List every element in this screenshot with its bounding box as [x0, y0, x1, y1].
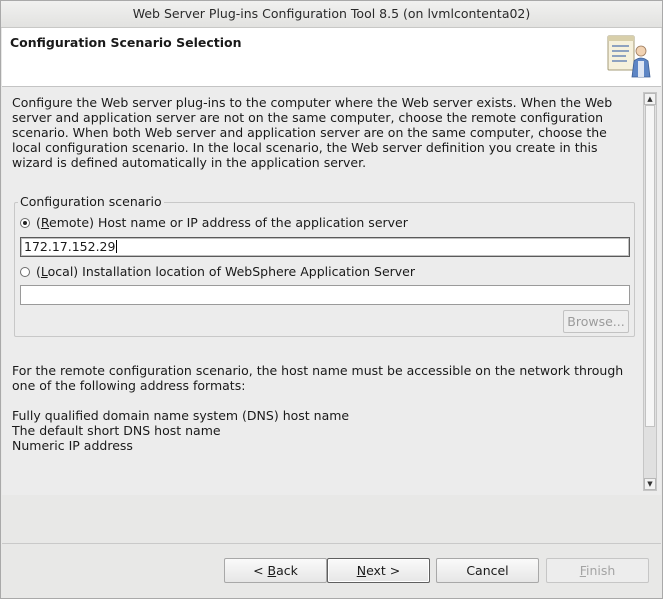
- window-title: Web Server Plug-ins Configuration Tool 8…: [1, 1, 662, 28]
- local-radio-label: (Local) Installation location of WebSphe…: [36, 264, 416, 279]
- footer-divider: [2, 543, 661, 544]
- page-title: Configuration Scenario Selection: [10, 35, 242, 50]
- remote-radio-option[interactable]: (Remote) Host name or IP address of the …: [20, 215, 408, 230]
- wizard-header: Configuration Scenario Selection: [2, 28, 661, 87]
- vertical-scrollbar[interactable]: ▲ ▼: [643, 92, 657, 491]
- list-item: Fully qualified domain name system (DNS)…: [12, 408, 350, 423]
- remote-host-input[interactable]: 172.17.152.29: [20, 237, 630, 257]
- list-item: The default short DNS host name: [12, 423, 221, 438]
- scrollbar-thumb[interactable]: [645, 105, 655, 427]
- configuration-tool-window: Web Server Plug-ins Configuration Tool 8…: [0, 0, 663, 599]
- scroll-down-icon[interactable]: ▼: [644, 478, 656, 490]
- address-formats-list: Fully qualified domain name system (DNS)…: [12, 408, 349, 453]
- cancel-button[interactable]: Cancel: [436, 558, 539, 583]
- browse-button[interactable]: Browse...: [563, 310, 629, 333]
- local-radio-option[interactable]: (Local) Installation location of WebSphe…: [20, 264, 415, 279]
- intro-text: Configure the Web server plug-ins to the…: [12, 95, 613, 170]
- text-caret: [116, 240, 118, 253]
- list-item: Numeric IP address: [12, 438, 133, 453]
- remote-radio-label: (Remote) Host name or IP address of the …: [36, 215, 408, 230]
- local-location-input[interactable]: [20, 285, 630, 305]
- wizard-document-person-icon: [607, 35, 651, 78]
- group-label: Configuration scenario: [18, 194, 164, 209]
- local-radio-button[interactable]: [20, 266, 30, 277]
- remote-radio-button[interactable]: [20, 217, 30, 228]
- next-button[interactable]: Next >: [327, 558, 430, 583]
- wizard-content: Configure the Web server plug-ins to the…: [2, 87, 661, 495]
- scroll-up-icon[interactable]: ▲: [644, 93, 656, 105]
- back-button[interactable]: < Back: [224, 558, 327, 583]
- finish-button[interactable]: Finish: [546, 558, 649, 583]
- configuration-scenario-group: Configuration scenario (Remote) Host nam…: [14, 194, 635, 337]
- remote-note-text: For the remote configuration scenario, t…: [12, 363, 624, 393]
